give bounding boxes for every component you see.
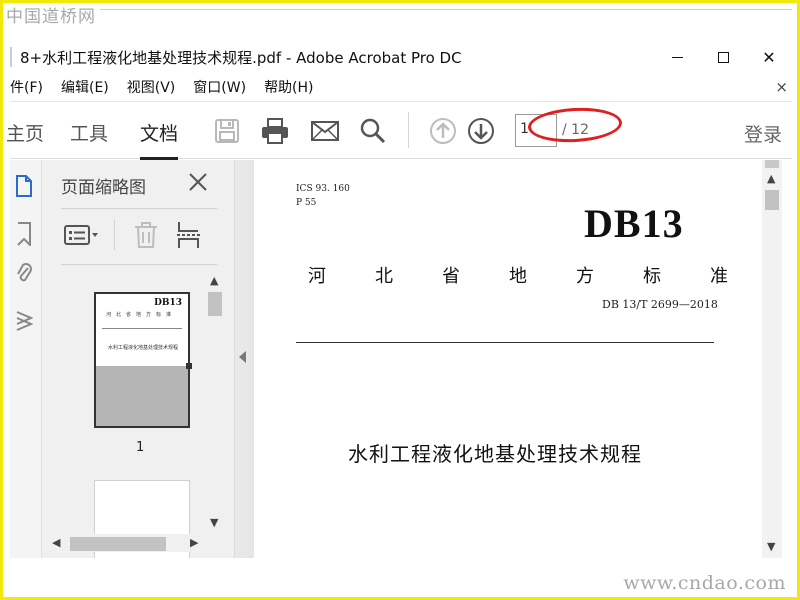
document-vertical-scrollbar[interactable]: ▲ ▼ <box>762 160 782 558</box>
scroll-right-icon[interactable]: ▶ <box>190 536 198 549</box>
doc-province-char: 准 <box>710 266 728 287</box>
scroll-up-icon[interactable]: ▲ <box>767 172 775 185</box>
page-thumbnails-icon[interactable] <box>10 172 38 200</box>
thumbnail-vertical-scrollbar[interactable]: ▲ ▼ <box>206 272 224 534</box>
menu-view[interactable]: 视图(V) <box>127 77 176 97</box>
watermark-bottom: www.cndao.com <box>623 572 786 594</box>
thumbnail-province-text: 河北省地方标准 <box>106 312 177 318</box>
maximize-button[interactable] <box>700 40 746 74</box>
scroll-down-icon[interactable]: ▼ <box>210 516 218 529</box>
title-left-edge <box>10 47 12 67</box>
panel-tool-separator <box>114 220 115 250</box>
page-thumbnail-label: 1 <box>136 440 145 455</box>
layers-icon[interactable] <box>10 306 38 334</box>
thumbnail-title-text: 水利工程液化地基处理技术规程 <box>108 345 179 351</box>
doc-province-char: 省 <box>442 266 460 287</box>
close-document-icon[interactable]: × <box>775 78 788 96</box>
scrollbar-thumb[interactable] <box>70 537 166 551</box>
menu-edit[interactable]: 编辑(E) <box>61 77 109 97</box>
doc-db-code: DB13 <box>584 201 684 246</box>
close-panel-icon[interactable] <box>184 168 212 196</box>
doc-province-heading: 河 北 省 地 方 标 准 <box>308 262 728 288</box>
page-thumbnail-1[interactable]: DB13 河北省地方标准 水利工程液化地基处理技术规程 <box>94 292 190 428</box>
panel-divider-lower <box>61 264 217 265</box>
maximize-icon <box>717 51 729 63</box>
document-page: ICS 93. 160 P 55 DB13 河 北 省 地 方 标 准 DB 1… <box>254 160 760 558</box>
email-icon[interactable] <box>310 116 340 146</box>
toolbar-separator <box>408 112 409 148</box>
attachment-icon[interactable] <box>10 260 38 288</box>
document-view[interactable]: ICS 93. 160 P 55 DB13 河 北 省 地 方 标 准 DB 1… <box>248 160 760 558</box>
scroll-down-icon[interactable]: ▼ <box>767 540 775 553</box>
print-icon[interactable] <box>260 116 290 146</box>
bookmark-icon[interactable] <box>10 220 38 248</box>
tab-document[interactable]: 文档 <box>140 119 179 160</box>
doc-standard-number: DB 13/T 2699—2018 <box>602 298 718 311</box>
panel-title: 页面缩略图 <box>61 178 146 198</box>
scrollbar-thumb[interactable] <box>765 190 779 210</box>
thumbnail-selection-overlay <box>96 366 188 426</box>
doc-p-code: P 55 <box>296 198 317 208</box>
doc-header-rule <box>296 342 714 343</box>
watermark-divider <box>100 9 792 10</box>
page-up-icon[interactable] <box>428 116 458 146</box>
close-window-button[interactable]: ✕ <box>746 40 792 74</box>
doc-title: 水利工程液化地基处理技术规程 <box>348 442 642 466</box>
scroll-up-icon[interactable]: ▲ <box>210 274 218 287</box>
doc-province-char: 北 <box>375 266 393 287</box>
navigation-rail <box>10 160 42 558</box>
extract-icon[interactable] <box>176 220 202 250</box>
menu-window[interactable]: 窗口(W) <box>193 77 246 97</box>
panel-collapse-bar[interactable] <box>234 160 248 558</box>
thumbnail-rule <box>102 328 182 329</box>
panel-divider <box>61 208 217 209</box>
scrollbar-thumb[interactable] <box>208 292 222 316</box>
watermark-top: 中国道桥网 <box>6 7 96 27</box>
thumbnail-panel: 页面缩略图 DB13 河北省地方标准 水利工程液化地基处理技术规程 1 ▲ ▼ … <box>42 160 234 558</box>
doc-ics-code: ICS 93. 160 <box>296 184 350 194</box>
delete-icon[interactable] <box>134 220 158 250</box>
split-handle[interactable] <box>765 160 779 168</box>
doc-province-char: 方 <box>576 266 594 287</box>
save-icon[interactable] <box>212 116 242 146</box>
menu-file[interactable]: 件(F) <box>10 77 43 97</box>
thumbnail-horizontal-scrollbar[interactable]: ◀ ▶ <box>48 534 206 552</box>
doc-province-char: 河 <box>308 266 326 287</box>
doc-province-char: 地 <box>509 266 527 287</box>
options-menu-icon[interactable] <box>64 220 100 250</box>
search-icon[interactable] <box>358 116 388 146</box>
page-down-icon[interactable] <box>466 116 496 146</box>
collapse-arrow-icon[interactable] <box>237 350 247 364</box>
tab-home[interactable]: 主页 <box>6 119 44 146</box>
tab-tools[interactable]: 工具 <box>70 119 108 146</box>
title-bar: 8+水利工程液化地基处理技术规程.pdf - Adobe Acrobat Pro… <box>10 40 792 74</box>
window-title: 8+水利工程液化地基处理技术规程.pdf - Adobe Acrobat Pro… <box>20 48 462 67</box>
thumbnail-db-text: DB13 <box>154 298 182 308</box>
minimize-icon <box>671 56 683 58</box>
menu-help[interactable]: 帮助(H) <box>264 77 313 97</box>
doc-province-char: 标 <box>643 266 661 287</box>
toolbar: 主页 工具 文档 1 / 12 登录 <box>6 101 792 160</box>
menu-bar: 件(F) 编辑(E) 视图(V) 窗口(W) 帮助(H) × <box>10 74 792 100</box>
login-button[interactable]: 登录 <box>744 120 782 147</box>
close-icon: ✕ <box>762 47 776 67</box>
scroll-left-icon[interactable]: ◀ <box>52 536 60 549</box>
minimize-button[interactable] <box>654 40 700 74</box>
thumbnail-resize-handle[interactable] <box>186 363 192 369</box>
